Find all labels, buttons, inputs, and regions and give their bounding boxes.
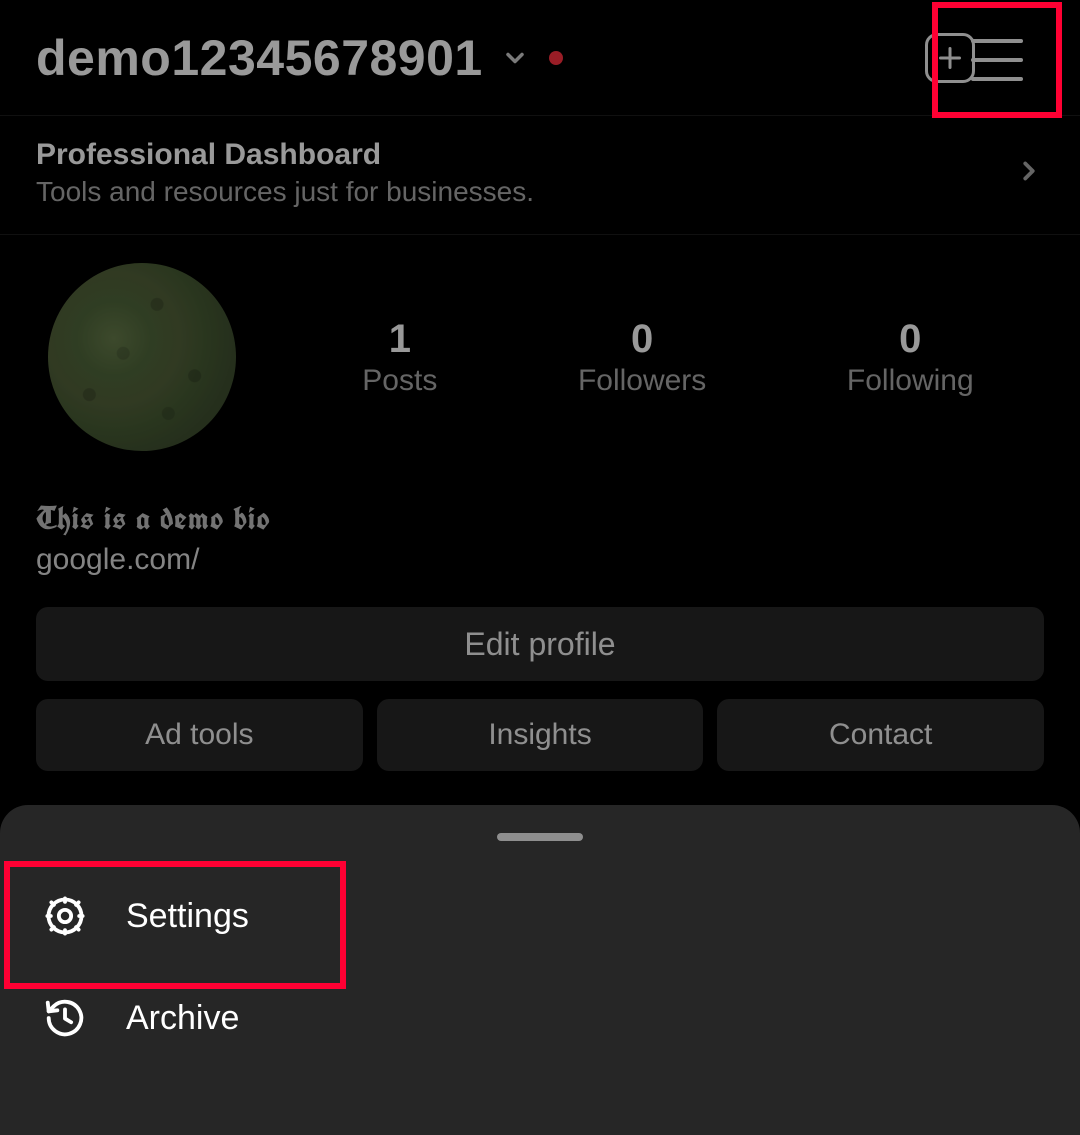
chevron-right-icon (1014, 156, 1044, 191)
pro-dash-subtitle: Tools and resources just for businesses. (36, 176, 1014, 208)
menu-item-label: Archive (126, 999, 239, 1038)
stat-followers[interactable]: 0 Followers (578, 317, 706, 398)
hamburger-icon (971, 39, 1023, 81)
contact-button[interactable]: Contact (717, 699, 1044, 771)
menu-item-archive[interactable]: Archive (0, 967, 1080, 1069)
avatar[interactable] (48, 263, 236, 451)
menu-bottom-sheet: Settings Archive (0, 805, 1080, 1135)
pro-dash-title: Professional Dashboard (36, 138, 1014, 172)
stat-label: Following (847, 364, 974, 398)
sheet-handle[interactable] (497, 833, 583, 841)
profile-section: 1 Posts 0 Followers 0 Following This is … (0, 235, 1080, 771)
stat-label: Followers (578, 364, 706, 398)
menu-item-label: Settings (126, 897, 249, 936)
history-icon (40, 993, 90, 1043)
menu-button[interactable] (971, 39, 1023, 81)
professional-dashboard-row[interactable]: Professional Dashboard Tools and resourc… (0, 116, 1080, 235)
stat-label: Posts (362, 364, 437, 398)
username: demo12345678901 (36, 29, 483, 87)
chevron-down-icon (501, 44, 529, 72)
profile-header: demo12345678901 (0, 0, 1080, 116)
stat-value: 0 (578, 317, 706, 362)
account-switcher[interactable]: demo12345678901 (36, 29, 563, 87)
highlight-hamburger (932, 2, 1062, 118)
stat-following[interactable]: 0 Following (847, 317, 974, 398)
stat-value: 1 (362, 317, 437, 362)
bio-link[interactable]: google.com/ (36, 543, 1044, 577)
ad-tools-button[interactable]: Ad tools (36, 699, 363, 771)
menu-item-settings[interactable]: Settings (0, 865, 1080, 967)
bio-text: This is a demo bio (36, 497, 1044, 539)
notification-dot-icon (549, 51, 563, 65)
stats-row: 1 Posts 0 Followers 0 Following (292, 317, 1044, 398)
stat-posts[interactable]: 1 Posts (362, 317, 437, 398)
insights-button[interactable]: Insights (377, 699, 704, 771)
edit-profile-button[interactable]: Edit profile (36, 607, 1044, 681)
stat-value: 0 (847, 317, 974, 362)
gear-icon (40, 891, 90, 941)
bio: This is a demo bio google.com/ (36, 497, 1044, 577)
